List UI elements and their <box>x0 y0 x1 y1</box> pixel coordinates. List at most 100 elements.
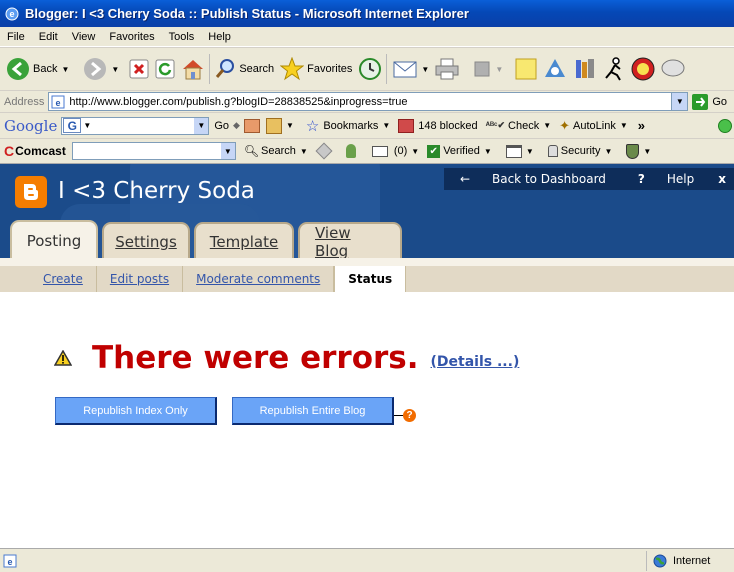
messenger-button[interactable] <box>543 51 567 87</box>
autolink-dropdown-icon[interactable]: ▼ <box>620 121 628 130</box>
google-news-icon[interactable] <box>265 117 282 134</box>
bookmarks-button[interactable]: ☆ Bookmarks ▼ <box>306 117 390 135</box>
discuss-button[interactable] <box>661 51 685 87</box>
back-to-dashboard-link[interactable]: ← Back to Dashboard <box>444 172 622 186</box>
back-button[interactable]: Back ▼ <box>6 51 69 87</box>
comcast-search-input[interactable]: ▼ <box>71 142 236 160</box>
blog-title[interactable]: I <3 Cherry Soda <box>58 178 255 204</box>
help-question-icon: ? <box>637 172 645 186</box>
window-dropdown-icon[interactable]: ▼ <box>526 147 534 156</box>
ie-logo-icon: e <box>4 6 20 22</box>
google-go-button[interactable]: Go <box>214 120 229 132</box>
google-arrows-icon[interactable]: ◆ <box>233 120 240 131</box>
google-search-input[interactable]: G ▼ ▼ <box>61 116 210 135</box>
google-g-dropdown-icon[interactable]: ▼ <box>83 121 91 130</box>
bookmarks-dropdown-icon[interactable]: ▼ <box>382 121 390 130</box>
news-dropdown-icon[interactable]: ▼ <box>286 121 294 130</box>
subtab-moderate-comments[interactable]: Moderate comments <box>183 266 335 292</box>
tab-view-blog[interactable]: View Blog <box>298 222 402 258</box>
mail-button[interactable]: ▼ <box>393 51 429 87</box>
history-button[interactable] <box>358 51 382 87</box>
menu-file[interactable]: File <box>0 31 32 43</box>
home-button[interactable] <box>181 51 205 87</box>
edit-button[interactable]: ▼ <box>473 51 503 87</box>
lock-icon <box>547 145 558 157</box>
autolink-button[interactable]: ✦ AutoLink ▼ <box>559 118 628 134</box>
comcast-toolbar: C Comcast ▼ 🔍︎ Search ▼ (0) ▼ ✔ Verified… <box>0 139 734 164</box>
research-button[interactable] <box>573 51 597 87</box>
print-button[interactable] <box>435 51 459 87</box>
menu-help[interactable]: Help <box>201 31 238 43</box>
tab-posting[interactable]: Posting <box>10 220 98 258</box>
autolink-wand-icon: ✦ <box>559 117 571 133</box>
highlighter-icon[interactable] <box>315 142 333 160</box>
subtab-edit-posts[interactable]: Edit posts <box>97 266 184 292</box>
subnav-spacer <box>0 266 30 292</box>
aim-button[interactable] <box>603 51 625 87</box>
user-icon[interactable] <box>345 144 356 158</box>
favorites-button[interactable]: Favorites <box>280 51 352 87</box>
comcast-c-icon: C <box>4 143 15 159</box>
check-dropdown-icon[interactable]: ▼ <box>543 121 551 130</box>
comcast-mail-dropdown-icon[interactable]: ▼ <box>411 147 419 156</box>
blogger-logo-icon[interactable] <box>15 176 47 208</box>
republish-index-button[interactable]: Republish Index Only <box>55 397 217 425</box>
verified-dropdown-icon[interactable]: ▼ <box>484 147 492 156</box>
mail-dropdown-icon[interactable]: ▼ <box>421 65 429 74</box>
casino-button[interactable] <box>631 51 655 87</box>
sub-navigation: Create Edit posts Moderate comments Stat… <box>0 258 734 292</box>
help-icon: ? <box>403 409 416 422</box>
window-title: Blogger: I <3 Cherry Soda :: Publish Sta… <box>25 6 469 21</box>
help-link[interactable]: ? Help <box>622 172 710 186</box>
stop-button[interactable] <box>129 51 149 87</box>
menu-favorites[interactable]: Favorites <box>102 31 161 43</box>
search-button[interactable]: Search <box>214 51 274 87</box>
subtab-create[interactable]: Create <box>30 266 97 292</box>
subtab-status[interactable]: Status <box>334 266 407 292</box>
forward-dropdown-icon[interactable]: ▼ <box>111 65 119 74</box>
notes-button[interactable] <box>515 51 537 87</box>
comcast-mail-button[interactable]: (0) ▼ <box>371 145 419 157</box>
republish-help[interactable]: ? <box>394 409 416 422</box>
comcast-search-label: Search <box>261 145 296 157</box>
menu-edit[interactable]: Edit <box>32 31 65 43</box>
google-search-dropdown-icon[interactable]: ▼ <box>194 117 209 134</box>
svg-text:e: e <box>56 98 61 108</box>
security-dropdown-icon[interactable]: ▼ <box>605 147 613 156</box>
comcast-search-dropdown-icon[interactable]: ▼ <box>220 143 235 159</box>
close-icon[interactable]: x <box>710 172 734 186</box>
comcast-search-dropdown-icon[interactable]: ▼ <box>300 147 308 156</box>
address-dropdown-icon[interactable]: ▼ <box>671 93 688 110</box>
republish-entire-button[interactable]: Republish Entire Blog <box>232 397 394 425</box>
refresh-button[interactable] <box>155 51 175 87</box>
tab-template[interactable]: Template <box>194 222 294 258</box>
edit-dropdown-icon[interactable]: ▼ <box>495 65 503 74</box>
menu-view[interactable]: View <box>65 31 103 43</box>
globe-icon <box>653 554 667 567</box>
address-label: Address <box>4 95 45 108</box>
verified-button[interactable]: ✔ Verified ▼ <box>427 144 492 158</box>
google-settings-icon[interactable] <box>718 118 732 133</box>
error-line: There were errors. (Details ...) <box>54 340 519 376</box>
comcast-search-button[interactable]: 🔍︎ Search ▼ <box>244 144 308 158</box>
zone-label: Internet <box>673 554 711 567</box>
favorites-label: Favorites <box>307 63 353 75</box>
popup-blocker-button[interactable]: 148 blocked <box>398 118 478 133</box>
details-link[interactable]: (Details ...) <box>431 354 520 370</box>
comcast-mail-icon <box>371 145 388 157</box>
menu-tools[interactable]: Tools <box>162 31 202 43</box>
comcast-logo: C Comcast <box>4 143 66 159</box>
more-chevron-icon[interactable]: » <box>638 118 645 133</box>
shield-button[interactable]: ▼ <box>626 143 651 159</box>
go-button[interactable]: Go <box>692 93 727 110</box>
comcast-search-icon: 🔍︎ <box>243 144 260 158</box>
forward-button[interactable]: ▼ <box>83 51 119 87</box>
tab-settings[interactable]: Settings <box>102 222 190 258</box>
shield-dropdown-icon[interactable]: ▼ <box>643 147 651 156</box>
popup-window-button[interactable]: ▼ <box>505 144 534 158</box>
back-dropdown-icon[interactable]: ▼ <box>61 65 69 74</box>
security-button[interactable]: Security ▼ <box>547 145 613 157</box>
pagerank-icon[interactable] <box>243 118 260 133</box>
spellcheck-button[interactable]: ᴬᴮᶜ✔ Check ▼ <box>486 120 552 132</box>
address-input[interactable]: e http://www.blogger.com/publish.g?blogI… <box>48 92 689 111</box>
